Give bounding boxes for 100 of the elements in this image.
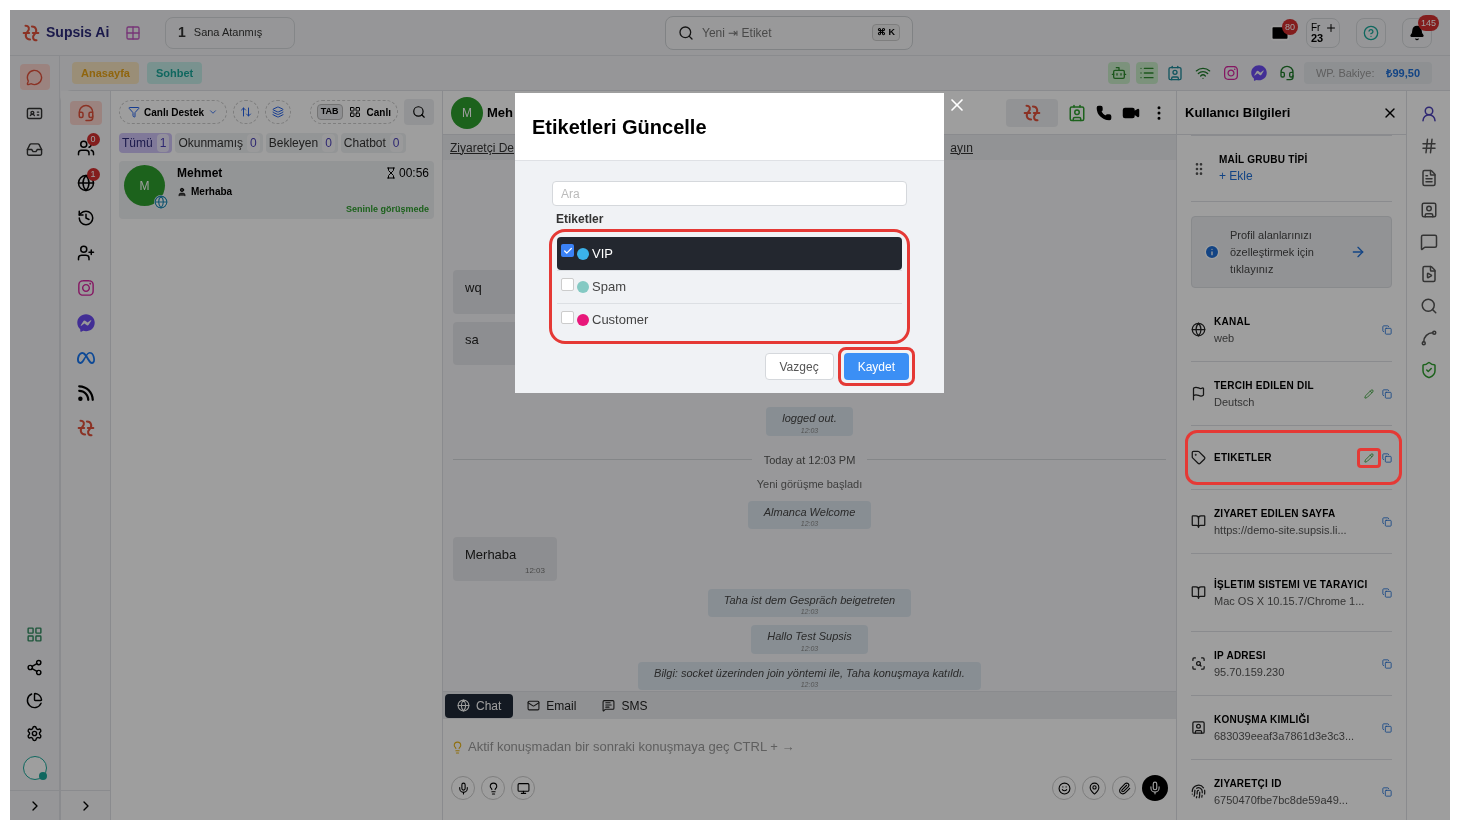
cancel-button[interactable]: Vazgeç xyxy=(764,353,834,380)
field-label: KONUŞMA KIMLIĞI xyxy=(1214,712,1311,727)
copy-icon[interactable] xyxy=(1382,388,1392,399)
search-icon[interactable] xyxy=(1419,297,1438,315)
messenger-icon xyxy=(76,314,95,332)
list-icon[interactable] xyxy=(1135,62,1158,84)
tag-option[interactable]: Spam xyxy=(557,270,902,303)
plus-icon xyxy=(1325,21,1337,34)
path-icon[interactable] xyxy=(1419,329,1438,347)
channel-tab[interactable]: SMS xyxy=(590,693,660,718)
mic-icon xyxy=(1148,781,1162,795)
help-icon xyxy=(1363,24,1379,41)
copy-icon[interactable] xyxy=(1382,722,1392,733)
calendar-button[interactable]: Fr 23 xyxy=(1306,17,1340,48)
tag-option[interactable]: Customer xyxy=(557,303,902,336)
hint-text: Profil alanlarınızı özelleştirmek için tıklayınız xyxy=(1230,227,1315,277)
map-pin-icon xyxy=(1087,781,1101,795)
conversation-card[interactable]: M Mehmet 00:56 Merhaba Seninle görüşmede xyxy=(119,161,434,219)
notification-icon[interactable] xyxy=(1409,24,1425,41)
search-field[interactable]: Yeni ⇥ Etiket ⌘ K xyxy=(665,15,913,50)
visitor-link[interactable]: Ziyaretçi De xyxy=(450,138,514,157)
file-play-icon[interactable] xyxy=(1419,265,1438,283)
message-icon[interactable] xyxy=(1419,233,1438,251)
filter-tab[interactable]: Tümü 1 xyxy=(119,133,173,153)
copy-icon[interactable] xyxy=(1382,324,1392,335)
field-value: Deutsch xyxy=(1214,394,1256,410)
search-field[interactable]: Ara xyxy=(552,181,907,206)
shield-check-icon[interactable] xyxy=(1419,361,1438,379)
phone-icon[interactable] xyxy=(1096,104,1112,121)
message-text: sa xyxy=(465,330,480,349)
list-label: Etiketler xyxy=(556,211,605,228)
count-badge: 145 xyxy=(1417,14,1439,31)
robot-icon[interactable] xyxy=(1107,62,1130,84)
avatar: M xyxy=(124,165,165,206)
arrow-right-icon xyxy=(1350,244,1366,260)
shortcut-key: ⌘ K xyxy=(872,23,900,42)
settings-icon[interactable] xyxy=(26,725,43,742)
notice-text: Yeni görüşme başladı xyxy=(756,477,863,492)
assigned-button[interactable]: 1 Sana Atanmış xyxy=(165,16,295,49)
tag-label: Spam xyxy=(592,278,626,297)
contact-name: Mehmet xyxy=(177,165,223,182)
field-value: 6750470fbe7bc8de59a49... xyxy=(1214,792,1349,808)
view-label[interactable]: Canlı xyxy=(366,104,391,120)
tag-option[interactable]: VIP xyxy=(557,237,902,270)
sms-icon xyxy=(602,699,616,712)
sort-icon xyxy=(240,106,253,118)
info-link[interactable]: ayın xyxy=(950,138,973,157)
save-button[interactable]: Kaydet xyxy=(843,353,909,380)
apps-grid-icon[interactable] xyxy=(125,24,142,41)
copy-icon[interactable] xyxy=(1382,658,1392,669)
user-icon[interactable] xyxy=(1419,105,1438,123)
field-value: Mac OS X 10.15.7/Chrome 1... xyxy=(1214,593,1366,609)
checkbox[interactable] xyxy=(561,310,574,324)
globe-icon xyxy=(154,195,168,209)
filter-tab[interactable]: Chatbot 0 xyxy=(340,133,406,153)
channel-tab[interactable]: Email xyxy=(515,693,589,718)
wait-time: 00:56 xyxy=(398,165,429,182)
avatar: M xyxy=(451,96,483,129)
search-button[interactable] xyxy=(404,99,434,125)
copy-icon[interactable] xyxy=(1382,786,1392,797)
search-icon xyxy=(678,24,694,41)
field-label: ETIKETLER xyxy=(1214,450,1273,465)
field-label: TERCIH EDILEN DIL xyxy=(1214,378,1315,393)
field-value: 683039eeaf3a7861d3e3c3... xyxy=(1214,728,1356,744)
system-text: Hallo Test Supsis xyxy=(767,629,852,644)
copy-icon[interactable] xyxy=(1382,516,1392,527)
tab-key: TAB xyxy=(316,104,343,120)
nav-button[interactable]: 1 xyxy=(69,171,102,195)
filter-tab[interactable]: Bekleyen 0 xyxy=(265,133,338,153)
copy-icon[interactable] xyxy=(1382,452,1392,463)
copy-icon[interactable] xyxy=(1382,587,1392,598)
contact-list-icon[interactable] xyxy=(1419,201,1438,219)
pie-chart-icon[interactable] xyxy=(26,692,43,709)
panel-title: Kullanıcı Bilgileri xyxy=(1185,103,1291,122)
record-button[interactable] xyxy=(1142,775,1168,801)
tag-label: Customer xyxy=(592,311,649,330)
checkbox[interactable] xyxy=(561,244,574,257)
tag-label: VIP xyxy=(592,244,613,263)
profile-hint-card[interactable]: Profil alanlarınızı özelleştirmek için tıklayınız xyxy=(1191,216,1392,288)
document-icon[interactable] xyxy=(1419,169,1438,187)
field-label: IP ADRESI xyxy=(1214,648,1267,663)
hash-icon[interactable] xyxy=(1419,137,1438,155)
rss-icon xyxy=(76,384,95,402)
field-label: İŞLETIM SISTEMI VE TARAYICI xyxy=(1214,577,1369,592)
instagram-icon xyxy=(76,279,95,297)
contact-icon[interactable] xyxy=(1068,103,1086,122)
add-link[interactable]: + Ekle xyxy=(1219,167,1308,185)
share-icon[interactable] xyxy=(26,659,43,676)
headset-icon xyxy=(76,104,95,122)
search-value: Yeni ⇥ Etiket xyxy=(702,24,773,42)
grid-icon[interactable] xyxy=(26,626,43,643)
checkbox[interactable] xyxy=(561,277,574,291)
screen-icon xyxy=(516,781,530,795)
lightbulb-icon xyxy=(451,740,464,754)
rail-button[interactable] xyxy=(19,64,50,90)
channel-tab[interactable]: Chat xyxy=(445,693,514,718)
filter-tab[interactable]: Okunmamış 0 xyxy=(175,133,263,153)
system-text: Taha ist dem Gespräch beigetreten xyxy=(723,592,896,608)
avatar-icon[interactable] xyxy=(22,756,47,780)
nav-button[interactable]: 0 xyxy=(69,136,102,160)
